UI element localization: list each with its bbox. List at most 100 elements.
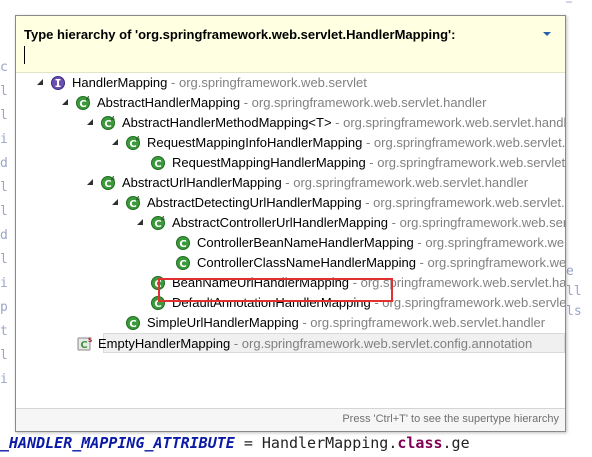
expand-toggle-icon[interactable] (36, 78, 44, 86)
tree-item-label: ControllerClassNameHandlerMapping - org.… (197, 253, 565, 273)
svg-text:A: A (85, 96, 90, 103)
class-icon: C (176, 236, 190, 250)
popup-footer: Press 'Ctrl+T' to see the supertype hier… (16, 408, 565, 431)
tree-row[interactable]: C BeanNameUrlHandlerMapping - org.springf… (16, 273, 565, 293)
svg-text:A: A (110, 116, 115, 123)
tree-row[interactable]: C SimpleUrlHandlerMapping - org.springfra… (16, 313, 565, 333)
svg-text:A: A (135, 196, 140, 203)
filter-input[interactable] (24, 46, 525, 64)
package-name: - org.springframework.web.servlet.mvc.an… (374, 295, 565, 310)
tree-row[interactable]: C DefaultAnnotationHandlerMapping - org.s… (16, 293, 565, 313)
package-name: - org.springframework.web.servlet.method (365, 135, 565, 150)
tree-item-label: AbstractHandlerMapping - org.springframe… (97, 93, 486, 113)
tree-item-label: AbstractControllerUrlHandlerMapping - or… (172, 213, 565, 233)
tree-item-label: HandlerMapping - org.springframework.web… (72, 73, 367, 93)
interface-icon (51, 76, 65, 90)
package-name: - org.springframework.web.servlet.handle… (240, 95, 487, 110)
package-name: - org.springframework.web.servlet.handle… (281, 175, 529, 190)
tree-row[interactable]: C A AbstractUrlHandlerMapping - org.spring… (16, 173, 565, 193)
class-icon: C (126, 316, 140, 330)
popup-header: Type hierarchy of 'org.springframework.w… (16, 16, 565, 73)
tree-item-label: RequestMappingInfoHandlerMapping - org.s… (147, 133, 565, 153)
svg-text:C: C (80, 340, 87, 351)
package-name: - org.springframework.web.servlet.mvc.su… (391, 215, 565, 230)
svg-text:C: C (179, 259, 186, 270)
type-name: ControllerClassNameHandlerMapping (197, 255, 416, 270)
expand-toggle-icon[interactable] (86, 178, 94, 186)
view-menu-chevron-down-icon[interactable] (541, 29, 553, 39)
constant-name: _HANDLER_MAPPING_ATTRIBUTE (0, 434, 235, 452)
expand-toggle-icon[interactable] (111, 198, 119, 206)
package-name: - org.springframework.web.servlet.mvc.su… (419, 255, 565, 270)
type-name: AbstractHandlerMethodMapping<T> (122, 115, 332, 130)
tree-row[interactable]: C A AbstractHandlerMapping - org.springfra… (16, 93, 565, 113)
type-name: AbstractControllerUrlHandlerMapping (172, 215, 389, 230)
abstract-class-icon: CA (126, 136, 140, 150)
svg-text:C: C (179, 239, 186, 250)
tree-row[interactable]: HandlerMapping - org.springframework.web… (16, 73, 565, 93)
tree-item-label: AbstractUrlHandlerMapping - org.springfr… (122, 173, 528, 193)
editor-fragment-right-3: ls (566, 304, 582, 319)
svg-text:C: C (154, 279, 161, 290)
tree-item-label: BeanNameUrlHandlerMapping - org.springfr… (172, 273, 565, 293)
expand-toggle-icon[interactable] (111, 138, 119, 146)
type-name: AbstractUrlHandlerMapping (122, 175, 282, 190)
package-name: - org.springframework.web.servlet.config… (230, 336, 533, 351)
popup-title: Type hierarchy of 'org.springframework.w… (24, 27, 456, 42)
type-name: AbstractDetectingUrlHandlerMapping (147, 195, 362, 210)
type-name: BeanNameUrlHandlerMapping (172, 275, 350, 290)
abstract-class-icon: CA (101, 116, 115, 130)
class-icon: C (176, 256, 190, 270)
type-name: HandlerMapping (72, 75, 168, 90)
svg-text:A: A (160, 216, 165, 223)
class-icon: C (151, 296, 165, 310)
tree-item-label: AbstractHandlerMethodMapping<T> - org.sp… (122, 113, 565, 133)
tree-row[interactable]: C ControllerClassNameHandlerMapping - org… (16, 253, 565, 273)
tree-row[interactable]: CSF EmptyHandlerMapping - org.springframe… (77, 333, 565, 353)
class-keyword: class (397, 434, 443, 452)
tree-item-label: EmptyHandlerMapping - org.springframewor… (98, 334, 532, 354)
tree-item-label: SimpleUrlHandlerMapping - org.springfram… (147, 313, 545, 333)
svg-text:C: C (154, 299, 161, 310)
code-assignment: = HandlerMapping. (234, 434, 398, 452)
abstract-class-icon: CA (76, 96, 90, 110)
tree-item-label: AbstractDetectingUrlHandlerMapping - org… (147, 193, 565, 213)
static-final-class-icon: CSF (77, 337, 92, 351)
expand-toggle-icon[interactable] (61, 98, 69, 106)
svg-text:A: A (135, 136, 140, 143)
tree-row[interactable]: C RequestMappingHandlerMapping - org.spri… (16, 153, 565, 173)
abstract-class-icon: CA (151, 216, 165, 230)
tree-item-label: RequestMappingHandlerMapping - org.sprin… (172, 153, 565, 173)
editor-code-line[interactable]: _HANDLER_MAPPING_ATTRIBUTE = HandlerMapp… (0, 430, 592, 457)
type-name: RequestMappingInfoHandlerMapping (147, 135, 363, 150)
type-name: ControllerBeanNameHandlerMapping (197, 235, 414, 250)
tree-item-label: DefaultAnnotationHandlerMapping - org.sp… (172, 293, 565, 313)
svg-text:C: C (129, 319, 136, 330)
tree-row[interactable]: C ControllerBeanNameHandlerMapping - org.… (16, 233, 565, 253)
tree-row[interactable]: C A AbstractControllerUrlHandlerMapping - … (16, 213, 565, 233)
svg-text:A: A (110, 176, 115, 183)
type-name: AbstractHandlerMapping (97, 95, 241, 110)
tree-row[interactable]: C A AbstractHandlerMethodMapping<T> - org.… (16, 113, 565, 133)
editor-fragment-right-2: ll (566, 284, 582, 299)
type-name: EmptyHandlerMapping (98, 336, 231, 351)
svg-text:SF: SF (88, 337, 92, 344)
package-name: - org.springframework.web.servlet.handle… (365, 195, 565, 210)
package-name: - org.springframework.web.servlet.mvc.su… (417, 235, 565, 250)
expand-toggle-icon[interactable] (86, 118, 94, 126)
expand-toggle-icon[interactable] (136, 218, 144, 226)
tree-row[interactable]: C A AbstractDetectingUrlHandlerMapping - o… (16, 193, 565, 213)
editor-fragment-right-1: e (566, 264, 574, 279)
abstract-class-icon: CA (126, 196, 140, 210)
package-name: - org.springframework.web.servlet.handle… (298, 315, 546, 330)
package-name: - org.springframework.web.servlet.handle… (352, 275, 565, 290)
tree-row[interactable]: C A RequestMappingInfoHandlerMapping - org… (16, 133, 565, 153)
code-tail: .ge (442, 434, 470, 452)
package-name: - org.springframework.web.servlet (167, 75, 367, 90)
package-name: - org.springframework.web.servlet.mvc.me… (369, 155, 565, 170)
type-name: SimpleUrlHandlerMapping (147, 315, 299, 330)
class-icon: C (151, 156, 165, 170)
abstract-class-icon: CA (101, 176, 115, 190)
svg-text:C: C (154, 159, 161, 170)
package-name: - org.springframework.web.servlet.handle… (331, 115, 565, 130)
